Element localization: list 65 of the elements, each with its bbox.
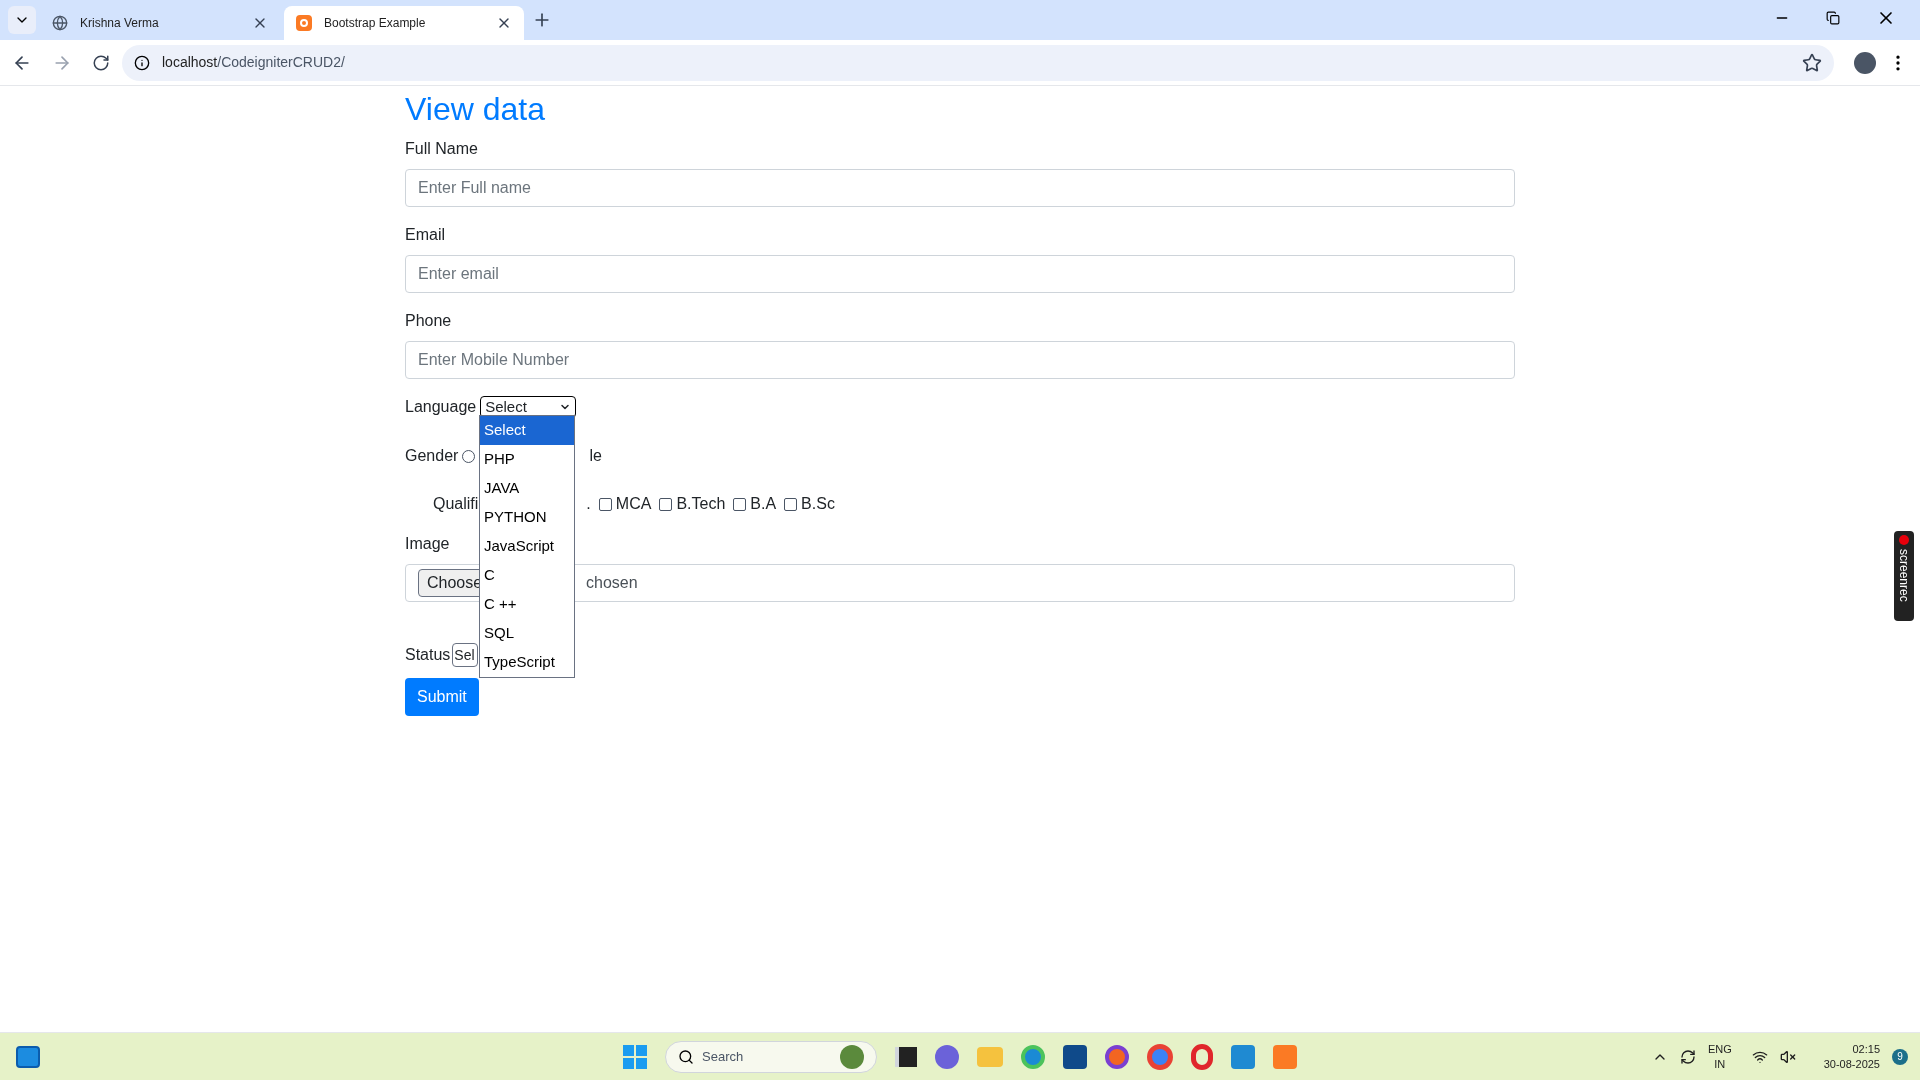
dropdown-option[interactable]: TypeScript bbox=[480, 648, 574, 677]
windows-start-icon[interactable] bbox=[623, 1044, 647, 1069]
option-label: B.A bbox=[750, 494, 777, 514]
search-icon bbox=[678, 1048, 694, 1065]
restore-icon[interactable] bbox=[1826, 11, 1840, 25]
page-title: View data bbox=[405, 90, 546, 129]
tab-search-button[interactable] bbox=[8, 6, 36, 34]
clock-date[interactable]: 30-08-2025 bbox=[1823, 1056, 1880, 1072]
checkbox[interactable] bbox=[784, 497, 798, 511]
dropdown-option[interactable]: Select bbox=[480, 416, 574, 445]
browser-tab[interactable]: Bootstrap Example bbox=[284, 6, 524, 40]
field-label: Gender bbox=[405, 446, 459, 466]
text-input[interactable]: Enter Full name bbox=[405, 169, 1515, 207]
clock-time[interactable]: 02:15 bbox=[1852, 1041, 1880, 1057]
tab-title: Bootstrap Example bbox=[324, 15, 427, 32]
dropdown-option[interactable]: PHP bbox=[480, 445, 574, 474]
submit-button[interactable]: Submit bbox=[405, 678, 479, 716]
muted-volume-icon[interactable] bbox=[1779, 1048, 1796, 1065]
browser-tab[interactable]: Krishna Verma bbox=[40, 6, 280, 40]
file-status-text: chosen bbox=[586, 573, 638, 593]
browser-icon[interactable] bbox=[1021, 1044, 1045, 1069]
text-input[interactable]: Enter email bbox=[405, 255, 1515, 293]
option-label: B.Tech bbox=[676, 494, 726, 514]
tab-title: Krishna Verma bbox=[80, 15, 160, 32]
address-bar[interactable]: localhost/CodeigniterCRUD2/ bbox=[122, 44, 1834, 81]
browser-icon[interactable] bbox=[1105, 1044, 1129, 1069]
dropdown-option[interactable]: JAVA bbox=[480, 474, 574, 503]
option-label: B.Sc bbox=[801, 494, 835, 514]
screenrec-widget[interactable]: screenrec bbox=[1894, 531, 1914, 621]
field-label: Status bbox=[405, 645, 451, 665]
app-logo-icon bbox=[296, 15, 312, 31]
taskbar-search[interactable]: Search bbox=[665, 1040, 877, 1073]
text-input[interactable]: Enter Mobile Number bbox=[405, 341, 1515, 379]
dropdown-option[interactable]: PYTHON bbox=[480, 503, 574, 532]
notification-badge[interactable]: 9 bbox=[1892, 1048, 1908, 1065]
screenrec-label: screenrec bbox=[1897, 549, 1911, 602]
field-label: Image bbox=[405, 534, 450, 554]
task-view-icon[interactable] bbox=[895, 1046, 917, 1067]
option-label: . bbox=[586, 494, 591, 514]
region-indicator[interactable]: IN bbox=[1714, 1056, 1726, 1072]
field-label: Language bbox=[405, 397, 477, 417]
browser-icon[interactable] bbox=[1191, 1043, 1213, 1070]
option-label: MCA bbox=[615, 494, 652, 514]
reload-icon[interactable] bbox=[92, 53, 110, 72]
radio-button[interactable] bbox=[462, 449, 476, 463]
checkbox[interactable] bbox=[598, 497, 612, 511]
widgets-icon[interactable] bbox=[16, 1045, 40, 1068]
globe-icon bbox=[52, 15, 68, 31]
bookmark-star-icon[interactable] bbox=[1802, 52, 1822, 73]
checkbox[interactable] bbox=[659, 497, 673, 511]
url-text: localhost/CodeigniterCRUD2/ bbox=[162, 53, 345, 72]
checkbox[interactable] bbox=[733, 497, 747, 511]
profile-avatar[interactable] bbox=[1854, 51, 1876, 74]
browser-icon[interactable] bbox=[1147, 1043, 1173, 1070]
dropdown-option[interactable]: SQL bbox=[480, 619, 574, 648]
field-label: Full Name bbox=[405, 139, 479, 159]
language-indicator[interactable]: ENG bbox=[1707, 1041, 1732, 1057]
info-icon bbox=[134, 54, 150, 71]
sync-icon[interactable] bbox=[1679, 1048, 1696, 1065]
field-label: Email bbox=[405, 225, 446, 245]
field-label: Qualifi bbox=[433, 494, 479, 514]
status-select[interactable]: Sel bbox=[452, 643, 479, 667]
dropdown-option[interactable]: JavaScript bbox=[480, 532, 574, 561]
field-label: Phone bbox=[405, 311, 453, 331]
option-label: le bbox=[589, 446, 602, 466]
